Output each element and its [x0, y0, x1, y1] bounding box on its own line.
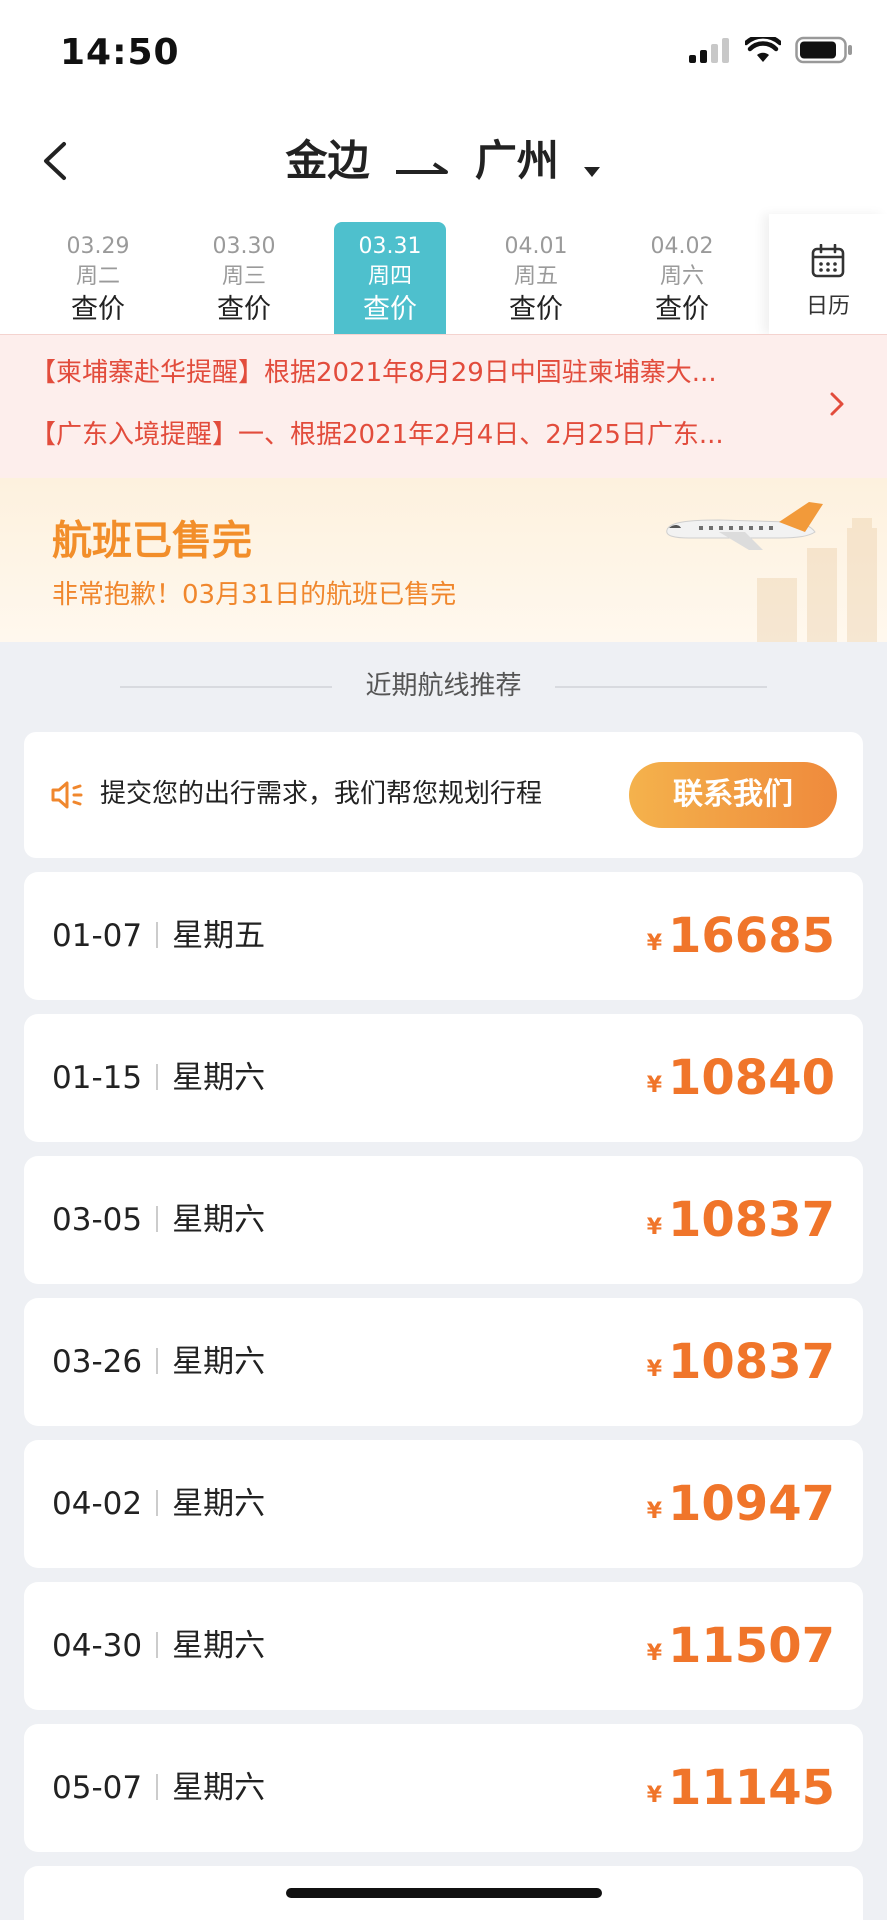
row-weekday: 星期六 — [172, 1486, 266, 1522]
row-date: 01-15 — [52, 1060, 143, 1096]
tab-date: 03.29 — [66, 234, 130, 259]
tab-weekday: 周四 — [367, 264, 412, 289]
row-separator — [156, 1774, 159, 1800]
status-time: 14:50 — [60, 32, 180, 73]
tab-price: 查价 — [363, 294, 417, 325]
soldout-subtitle: 非常抱歉！03月31日的航班已售完 — [52, 580, 457, 610]
row-weekday: 星期六 — [172, 1770, 266, 1806]
date-tab-0329[interactable]: 03.29 周二 查价 — [42, 222, 154, 334]
tab-price: 查价 — [71, 294, 125, 325]
speaker-icon — [50, 780, 84, 814]
tab-date: 04.02 — [650, 234, 714, 259]
divider-right — [555, 686, 767, 688]
signal-icon — [689, 38, 729, 63]
chevron-right-icon — [829, 391, 845, 421]
notice-banner[interactable]: 【柬埔寨赴华提醒】根据2021年8月29日中国驻柬埔寨大... 【广东入境提醒】… — [0, 334, 887, 478]
row-separator — [156, 1490, 159, 1516]
tab-weekday: 周六 — [659, 264, 704, 289]
list-item[interactable]: 01-07 星期五 ¥16685 — [24, 872, 863, 1000]
row-weekday: 星期五 — [172, 918, 266, 954]
date-tab-0331[interactable]: 03.31 周四 查价 — [334, 222, 446, 334]
date-tab-0402[interactable]: 04.02 周六 查价 — [626, 222, 738, 334]
home-indicator — [286, 1888, 602, 1898]
row-date: 01-07 — [52, 918, 143, 954]
row-date: 05-07 — [52, 1770, 143, 1806]
tab-price: 查价 — [509, 294, 563, 325]
route-selector[interactable]: 金边 广州 — [0, 128, 887, 197]
list-item[interactable]: 03-26 星期六 ¥10837 — [24, 1298, 863, 1426]
header: 金边 广州 — [0, 108, 887, 214]
tab-date: 04.01 — [504, 234, 568, 259]
battery-icon — [795, 36, 852, 64]
contact-us-button[interactable]: 联系我们 — [629, 762, 837, 828]
row-separator — [156, 1064, 159, 1090]
list-item[interactable]: 04-30 星期六 ¥11507 — [24, 1582, 863, 1710]
soldout-banner: 航班已售完 非常抱歉！03月31日的航班已售完 — [0, 478, 887, 642]
notice-guangdong: 【广东入境提醒】一、根据2021年2月4日、2月25日广东... — [30, 420, 724, 450]
row-weekday: 星期六 — [172, 1060, 266, 1096]
soldout-title: 航班已售完 — [52, 518, 252, 564]
tab-price: 查价 — [655, 294, 709, 325]
status-bar: 14:50 — [0, 0, 887, 108]
row-price: 10837 — [668, 1334, 835, 1390]
tab-date: 03.30 — [212, 234, 276, 259]
row-price: 10947 — [668, 1476, 835, 1532]
contact-card: 提交您的出行需求，我们帮您规划行程 联系我们 — [24, 732, 863, 858]
calendar-label: 日历 — [805, 294, 850, 319]
contact-text: 提交您的出行需求，我们帮您规划行程 — [100, 779, 543, 809]
row-separator — [156, 1632, 159, 1658]
section-title: 近期航线推荐 — [347, 671, 540, 701]
row-date: 04-30 — [52, 1628, 143, 1664]
calendar-button[interactable]: 日历 — [769, 214, 887, 334]
notice-cambodia: 【柬埔寨赴华提醒】根据2021年8月29日中国驻柬埔寨大... — [30, 358, 717, 388]
wifi-icon — [745, 37, 781, 62]
caret-down-icon — [583, 131, 601, 197]
status-icons — [689, 36, 853, 64]
row-date: 03-26 — [52, 1344, 143, 1380]
tab-weekday: 周二 — [75, 264, 120, 289]
row-price: 11507 — [668, 1618, 835, 1674]
section-heading: 近期航线推荐 — [0, 664, 887, 708]
currency-symbol: ¥ — [646, 1215, 662, 1240]
row-weekday: 星期六 — [172, 1202, 266, 1238]
row-weekday: 星期六 — [172, 1628, 266, 1664]
origin-city: 金边 — [285, 136, 370, 185]
row-date: 04-02 — [52, 1486, 143, 1522]
list-item[interactable]: 04-02 星期六 ¥10947 — [24, 1440, 863, 1568]
tab-weekday: 周三 — [221, 264, 266, 289]
list-item[interactable]: 05-07 星期六 ¥11145 — [24, 1724, 863, 1852]
currency-symbol: ¥ — [646, 1783, 662, 1808]
list-item[interactable]: 01-15 星期六 ¥10840 — [24, 1014, 863, 1142]
row-price: 11145 — [668, 1760, 835, 1816]
date-tabs: 03.29 周二 查价 03.30 周三 查价 03.31 周四 查价 04.0… — [0, 214, 887, 334]
tab-date: 03.31 — [358, 234, 422, 259]
date-tab-0401[interactable]: 04.01 周五 查价 — [480, 222, 592, 334]
divider-left — [120, 686, 332, 688]
date-tab-0330[interactable]: 03.30 周三 查价 — [188, 222, 300, 334]
currency-symbol: ¥ — [646, 1357, 662, 1382]
currency-symbol: ¥ — [646, 1499, 662, 1524]
row-price: 10840 — [668, 1050, 835, 1106]
row-price: 10837 — [668, 1192, 835, 1248]
calendar-icon — [811, 243, 845, 278]
row-price: 16685 — [668, 908, 835, 964]
row-separator — [156, 1348, 159, 1374]
destination-city: 广州 — [474, 136, 559, 185]
row-weekday: 星期六 — [172, 1344, 266, 1380]
currency-symbol: ¥ — [646, 1641, 662, 1666]
airplane-illustration — [666, 502, 823, 550]
row-separator — [156, 1206, 159, 1232]
tab-weekday: 周五 — [513, 264, 558, 289]
row-separator — [156, 922, 159, 948]
row-date: 03-05 — [52, 1202, 143, 1238]
currency-symbol: ¥ — [646, 1073, 662, 1098]
list-item[interactable]: 03-05 星期六 ¥10837 — [24, 1156, 863, 1284]
currency-symbol: ¥ — [646, 931, 662, 956]
route-arrow-icon — [394, 131, 450, 197]
tab-price: 查价 — [217, 294, 271, 325]
